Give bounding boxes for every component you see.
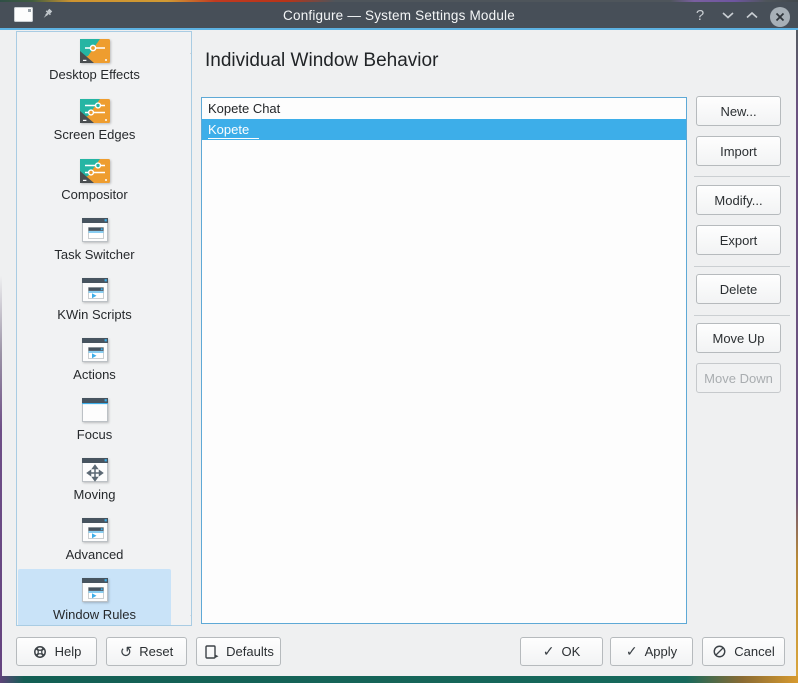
- button-group-separator: [694, 176, 790, 177]
- sidebar-item-desktop-effects[interactable]: Desktop Effects: [18, 31, 171, 89]
- actions-icon: [79, 335, 111, 367]
- defaults-icon: [203, 644, 219, 660]
- titlebar[interactable]: Configure — System Settings Module ?: [0, 2, 798, 28]
- button-group-separator: [694, 315, 790, 316]
- moving-icon: [79, 455, 111, 487]
- defaults-button[interactable]: Defaults: [196, 637, 281, 666]
- move-up-button[interactable]: Move Up: [696, 323, 781, 353]
- rule-row-selected[interactable]: Kopete: [202, 119, 686, 140]
- page-title: Individual Window Behavior: [205, 50, 438, 72]
- new-button[interactable]: New...: [696, 96, 781, 126]
- sidebar-item-label: Actions: [18, 367, 171, 382]
- task-switcher-icon: [79, 215, 111, 247]
- import-button[interactable]: Import: [696, 136, 781, 166]
- sidebar-item-label: Compositor: [18, 187, 171, 202]
- scroll-up-icon[interactable]: [189, 44, 192, 54]
- sidebar-item-label: Task Switcher: [18, 247, 171, 262]
- button-group-separator: [694, 266, 790, 267]
- sidebar-item-label: KWin Scripts: [18, 307, 171, 322]
- desktop-effects-icon: [79, 35, 111, 67]
- sidebar-item-actions[interactable]: Actions: [18, 329, 171, 389]
- sidebar-scrollbar-track[interactable]: [191, 87, 192, 626]
- window-rules-icon: [79, 575, 111, 607]
- rule-name: Kopete Chat: [208, 101, 280, 116]
- sidebar-item-label: Advanced: [18, 547, 171, 562]
- rule-name-editing[interactable]: Kopete: [208, 121, 259, 139]
- sidebar-item-advanced[interactable]: Advanced: [18, 509, 171, 569]
- sidebar-item-label: Window Rules: [18, 607, 171, 622]
- reset-icon: ↺: [120, 643, 133, 661]
- sidebar-item-label: Screen Edges: [18, 127, 171, 142]
- sidebar-item-moving[interactable]: Moving: [18, 449, 171, 509]
- modify-button[interactable]: Modify...: [696, 185, 781, 215]
- sidebar-item-focus[interactable]: Focus: [18, 389, 171, 449]
- rules-list[interactable]: Kopete Chat Kopete: [201, 97, 687, 624]
- compositor-icon: [79, 155, 111, 187]
- screen-edges-icon: [79, 95, 111, 127]
- scroll-down-icon[interactable]: [189, 609, 192, 619]
- screen-edge-top: [0, 0, 798, 2]
- sidebar-item-label: Desktop Effects: [18, 67, 171, 82]
- chevron-down-icon[interactable]: [718, 5, 738, 25]
- kwin-scripts-icon: [79, 275, 111, 307]
- sidebar-category-list[interactable]: Desktop Effects Screen Edges Compositor …: [16, 31, 192, 626]
- apply-button[interactable]: ✓ Apply: [610, 637, 693, 666]
- sidebar-scrollbar-thumb[interactable]: [191, 149, 192, 626]
- ok-button[interactable]: ✓ OK: [520, 637, 603, 666]
- help-buoy-icon: [32, 644, 48, 660]
- sidebar-item-kwin-scripts[interactable]: KWin Scripts: [18, 269, 171, 329]
- screen-edge-bottom: [0, 676, 798, 683]
- focus-icon: [79, 395, 111, 427]
- sidebar-item-compositor[interactable]: Compositor: [18, 149, 171, 209]
- window-title: Configure — System Settings Module: [0, 8, 798, 23]
- close-icon[interactable]: [770, 7, 790, 27]
- export-button[interactable]: Export: [696, 225, 781, 255]
- reset-button[interactable]: ↺ Reset: [106, 637, 187, 666]
- move-down-button: Move Down: [696, 363, 781, 393]
- apply-check-icon: ✓: [626, 643, 638, 660]
- sidebar-item-screen-edges[interactable]: Screen Edges: [18, 89, 171, 149]
- screen-edge-left: [0, 30, 2, 676]
- sidebar-item-task-switcher[interactable]: Task Switcher: [18, 209, 171, 269]
- sidebar-item-label: Moving: [18, 487, 171, 502]
- ok-check-icon: ✓: [543, 643, 555, 660]
- cancel-button[interactable]: Cancel: [702, 637, 785, 666]
- titlebar-help-icon[interactable]: ?: [690, 5, 710, 25]
- titlebar-accent-line: [0, 28, 798, 30]
- delete-button[interactable]: Delete: [696, 274, 781, 304]
- cancel-circle-icon: [712, 644, 727, 659]
- chevron-up-icon[interactable]: [742, 5, 762, 25]
- sidebar-item-label: Focus: [18, 427, 171, 442]
- sidebar-item-window-rules[interactable]: Window Rules: [18, 569, 171, 626]
- rule-row[interactable]: Kopete Chat: [202, 98, 686, 119]
- advanced-icon: [79, 515, 111, 547]
- help-button[interactable]: Help: [16, 637, 97, 666]
